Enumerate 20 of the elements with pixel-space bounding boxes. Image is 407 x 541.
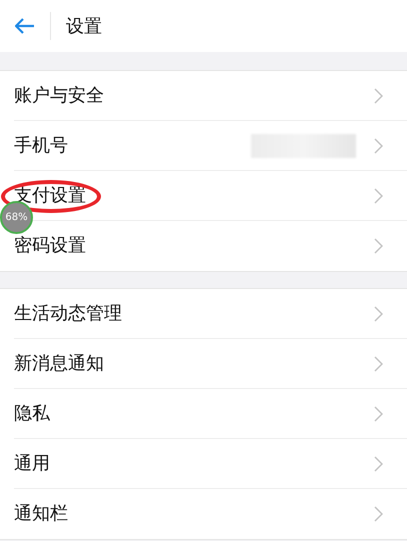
chevron-right-icon — [374, 506, 383, 522]
row-label: 密码设置 — [14, 237, 86, 255]
row-label: 账户与安全 — [14, 87, 104, 105]
page-title: 设置 — [66, 14, 102, 38]
row-label: 生活动态管理 — [14, 305, 122, 323]
row-label: 通知栏 — [14, 505, 68, 523]
chevron-right-icon — [374, 356, 383, 372]
chevron-right-icon — [374, 88, 383, 104]
chevron-right-icon — [374, 238, 383, 254]
chevron-right-icon — [374, 456, 383, 472]
row-label: 手机号 — [14, 137, 68, 155]
back-arrow-icon — [15, 18, 35, 34]
row-label: 通用 — [14, 455, 50, 473]
chevron-right-icon — [374, 188, 383, 204]
row-label: 新消息通知 — [14, 355, 104, 373]
row-label: 隐私 — [14, 405, 50, 423]
chevron-right-icon — [374, 306, 383, 322]
chevron-right-icon — [374, 138, 383, 154]
chevron-right-icon — [374, 406, 383, 422]
percent-text: 68% — [5, 212, 28, 222]
